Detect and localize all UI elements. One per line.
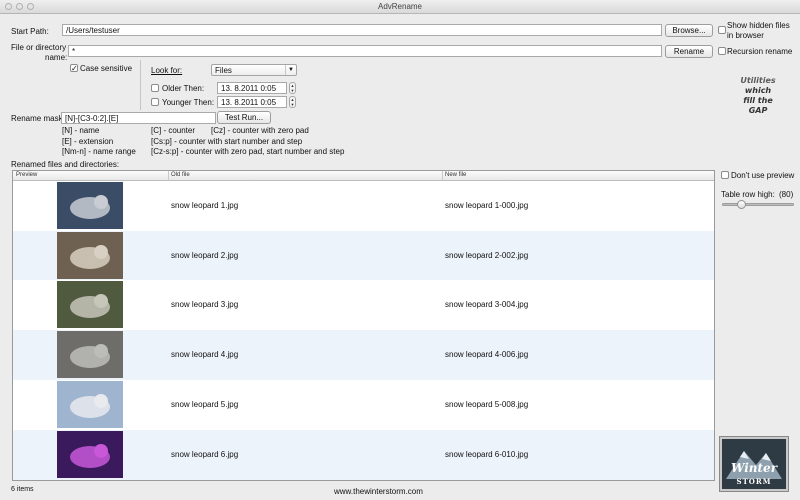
- legend-name: [N] - name: [62, 126, 100, 135]
- item-count: 6 items: [11, 486, 34, 493]
- logo-line: which: [744, 86, 772, 95]
- photo-thumbnail-icon: [57, 281, 123, 329]
- logo-line: Utilities: [740, 76, 776, 85]
- younger-date-input[interactable]: 13. 8.2011 0:05: [217, 96, 287, 108]
- file-dir-label-line2: name:: [45, 53, 68, 62]
- row-high-slider[interactable]: [722, 200, 794, 209]
- preview-thumbnail: [57, 380, 123, 428]
- photo-thumbnail-icon: [57, 380, 123, 428]
- old-file-cell: snow leopard 1.jpg: [171, 201, 239, 210]
- window-title: AdvRename: [377, 2, 423, 11]
- legend-extension: [E] - extension: [62, 137, 114, 146]
- old-file-cell: snow leopard 6.jpg: [171, 449, 239, 459]
- recursion-checkbox[interactable]: [718, 47, 726, 55]
- recursion-label: Recursion rename: [727, 47, 793, 56]
- photo-thumbnail-icon: [57, 430, 123, 478]
- preview-thumbnail: [57, 231, 123, 279]
- younger-checkbox[interactable]: [151, 98, 159, 106]
- column-header-preview[interactable]: Preview: [16, 172, 37, 178]
- old-file-cell: snow leopard 4.jpg: [171, 350, 239, 360]
- checkmark-icon: ✓: [71, 64, 78, 73]
- case-sensitive-checkbox[interactable]: ✓: [70, 64, 78, 73]
- test-run-button[interactable]: Test Run...: [217, 111, 271, 124]
- old-file-cell: snow leopard 5.jpg: [171, 399, 239, 409]
- preview-thumbnail: [57, 182, 123, 229]
- table-row[interactable]: snow leopard 1.jpg snow leopard 1-000.jpg: [13, 181, 714, 231]
- younger-stepper[interactable]: ▲ ▼: [289, 96, 296, 108]
- winter-text: Winter: [730, 461, 778, 475]
- start-path-input[interactable]: /Users/testuser: [62, 24, 662, 36]
- preview-thumbnail: [57, 430, 123, 478]
- winterstorm-logo: Winter STORM: [720, 437, 788, 491]
- chevron-down-icon: ▼: [285, 65, 296, 75]
- column-header-old-file[interactable]: Old file: [171, 172, 190, 178]
- file-dir-input[interactable]: *: [68, 45, 662, 57]
- new-file-cell: snow leopard 1-000.jpg: [445, 201, 529, 210]
- legend-counter-zero: [Cz] - counter with zero pad: [211, 126, 309, 135]
- group-divider: [140, 60, 141, 110]
- old-file-cell: snow leopard 2.jpg: [171, 250, 239, 260]
- preview-thumbnail: [57, 281, 123, 329]
- older-stepper[interactable]: ▲ ▼: [289, 82, 296, 94]
- legend-counter-start: [Cs:p] - counter with start number and s…: [151, 137, 303, 146]
- rename-mask-label: Rename mask:: [11, 114, 65, 123]
- look-for-label: Look for:: [151, 66, 183, 75]
- case-sensitive-label: Case sensitive: [80, 64, 133, 73]
- look-for-value: Files: [215, 66, 232, 75]
- new-file-cell: snow leopard 6-010.jpg: [445, 449, 529, 459]
- table-row[interactable]: snow leopard 6.jpg snow leopard 6-010.jpg: [13, 429, 714, 480]
- older-checkbox[interactable]: [151, 84, 159, 92]
- website-link[interactable]: www.thewinterstorm.com: [334, 487, 423, 496]
- photo-thumbnail-icon: [57, 182, 123, 229]
- file-dir-label: File or directory: [11, 43, 67, 52]
- start-path-label: Start Path:: [11, 27, 49, 36]
- row-high-value: (80): [779, 190, 794, 199]
- logo-line: GAP: [748, 106, 768, 115]
- logo-line: fill the: [743, 96, 773, 105]
- dont-preview-checkbox[interactable]: [721, 171, 729, 179]
- storm-text: STORM: [736, 477, 772, 486]
- stepper-down-icon: ▼: [290, 88, 295, 93]
- utilities-logo: Utilities which fill the GAP: [733, 76, 783, 116]
- legend-counter-zero-start: [Cz-s:p] - counter with zero pad, start …: [151, 147, 345, 156]
- browse-button[interactable]: Browse...: [665, 24, 713, 37]
- show-hidden-label-line2: in browser: [727, 31, 764, 40]
- column-header-new-file[interactable]: New file: [445, 172, 466, 178]
- rename-button[interactable]: Rename: [665, 45, 713, 58]
- old-file-cell: snow leopard 3.jpg: [171, 300, 239, 310]
- legend-counter: [C] - counter: [151, 126, 196, 135]
- table-row[interactable]: snow leopard 5.jpg snow leopard 5-008.jpg: [13, 379, 714, 430]
- table-header: Preview Old file New file: [13, 171, 714, 181]
- table-row[interactable]: snow leopard 4.jpg snow leopard 4-006.jpg: [13, 330, 714, 381]
- older-label: Older Then:: [162, 84, 205, 93]
- show-hidden-label: Show hidden files: [727, 21, 790, 30]
- stepper-down-icon: ▼: [290, 102, 295, 107]
- row-high-label: Table row high:: [721, 190, 775, 199]
- table-row[interactable]: snow leopard 2.jpg snow leopard 2-002.jpg: [13, 230, 714, 281]
- photo-thumbnail-icon: [57, 231, 123, 279]
- younger-label: Younger Then:: [162, 98, 215, 107]
- table-row[interactable]: snow leopard 3.jpg snow leopard 3-004.jpg: [13, 280, 714, 331]
- new-file-cell: snow leopard 2-002.jpg: [445, 250, 529, 260]
- older-date-input[interactable]: 13. 8.2011 0:05: [217, 82, 287, 94]
- column-divider: [168, 171, 169, 181]
- dont-preview-label: Don't use preview: [731, 171, 795, 180]
- new-file-cell: snow leopard 4-006.jpg: [445, 350, 529, 360]
- column-divider: [442, 171, 443, 181]
- photo-thumbnail-icon: [57, 331, 123, 379]
- title-bar: AdvRename: [0, 0, 800, 14]
- show-hidden-checkbox[interactable]: [718, 26, 726, 34]
- table-caption: Renamed files and directories:: [11, 160, 120, 169]
- slider-knob[interactable]: [736, 200, 746, 209]
- preview-thumbnail: [57, 331, 123, 379]
- look-for-select[interactable]: Files ▼: [211, 64, 297, 76]
- new-file-cell: snow leopard 3-004.jpg: [445, 300, 529, 310]
- legend-name-range: [Nm-n] - name range: [62, 147, 136, 156]
- new-file-cell: snow leopard 5-008.jpg: [445, 399, 529, 409]
- rename-mask-input[interactable]: [N]-[C3-0:2].[E]: [61, 112, 216, 124]
- files-table[interactable]: Preview Old file New file snow leopard 1…: [12, 170, 715, 481]
